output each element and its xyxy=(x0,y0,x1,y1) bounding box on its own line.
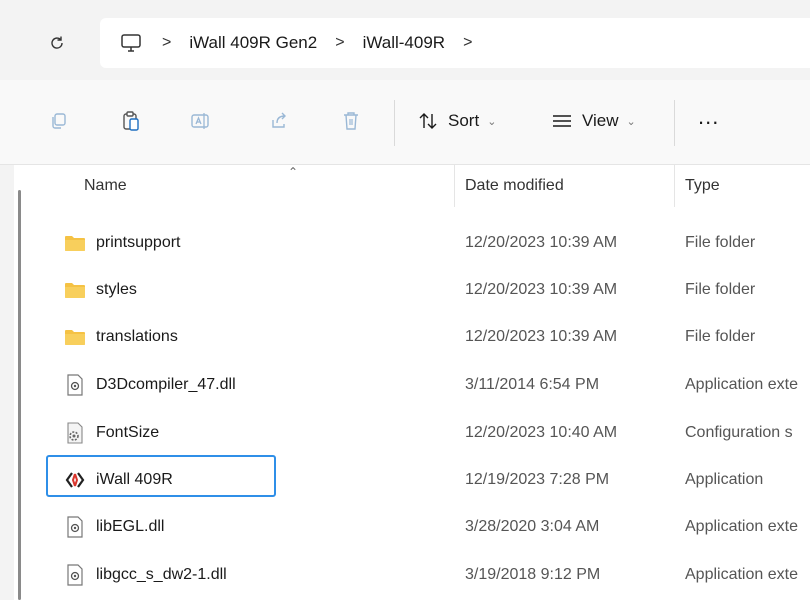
address-bar-region: > iWall 409R Gen2 > iWall-409R > xyxy=(0,0,810,80)
copy-button[interactable] xyxy=(48,110,70,132)
this-pc-icon[interactable] xyxy=(118,30,144,56)
copy-icon xyxy=(52,113,66,129)
file-row[interactable]: printsupport 12/20/2023 10:39 AM File fo… xyxy=(30,220,810,267)
file-type: Application exte xyxy=(685,376,798,393)
toolbar-divider xyxy=(674,100,675,146)
refresh-button[interactable] xyxy=(44,30,70,56)
toolbar-divider xyxy=(394,100,395,146)
column-header-type[interactable]: Type xyxy=(685,177,720,195)
dll-file-icon xyxy=(67,516,83,538)
selection-highlight xyxy=(46,455,276,497)
view-label: View xyxy=(582,111,619,130)
file-type: Configuration s xyxy=(685,424,793,441)
file-name[interactable]: translations xyxy=(96,328,178,346)
file-row[interactable]: libgcc_s_dw2-1.dll 3/19/2018 9:12 PM App… xyxy=(30,552,810,599)
file-date: 3/11/2014 6:54 PM xyxy=(465,376,600,393)
file-row[interactable]: styles 12/20/2023 10:39 AM File folder xyxy=(30,267,810,314)
file-name[interactable]: libEGL.dll xyxy=(96,518,164,536)
file-name[interactable]: styles xyxy=(96,281,137,299)
sort-label: Sort xyxy=(448,111,480,130)
rename-button[interactable] xyxy=(190,110,212,132)
refresh-icon xyxy=(51,36,63,49)
file-date: 3/28/2020 3:04 AM xyxy=(465,518,600,535)
share-icon xyxy=(272,112,286,128)
file-row[interactable]: translations 12/20/2023 10:39 AM File fo… xyxy=(30,314,810,361)
trash-icon xyxy=(344,112,358,130)
chevron-down-icon: ⌄ xyxy=(626,115,636,128)
column-header-name[interactable]: Name xyxy=(84,177,127,195)
file-date: 12/20/2023 10:40 AM xyxy=(465,424,618,441)
chevron-down-icon: ⌄ xyxy=(487,115,497,128)
folder-icon xyxy=(65,283,85,298)
sort-icon xyxy=(419,113,437,129)
more-options-button[interactable]: ... xyxy=(698,106,719,128)
file-date: 12/20/2023 10:39 AM xyxy=(465,281,618,298)
address-bar[interactable]: > iWall 409R Gen2 > iWall-409R > xyxy=(100,18,810,68)
sort-ascending-icon: ⌃ xyxy=(288,165,299,179)
file-type: File folder xyxy=(685,281,756,298)
file-date: 3/19/2018 9:12 PM xyxy=(465,566,601,583)
folder-icon xyxy=(65,330,85,345)
file-type: File folder xyxy=(685,234,756,251)
file-name[interactable]: FontSize xyxy=(96,424,159,442)
paste-icon xyxy=(123,111,139,131)
dll-file-icon xyxy=(67,564,83,586)
scrollbar[interactable] xyxy=(18,190,21,600)
file-row[interactable]: FontSize 12/20/2023 10:40 AM Configurati… xyxy=(30,410,810,457)
breadcrumb-separator-icon[interactable]: > xyxy=(162,34,171,52)
dll-file-icon xyxy=(67,374,83,396)
delete-button[interactable] xyxy=(340,110,362,132)
file-type: Application exte xyxy=(685,518,798,535)
breadcrumb-separator-icon[interactable]: > xyxy=(463,34,472,52)
file-row[interactable]: libEGL.dll 3/28/2020 3:04 AM Application… xyxy=(30,504,810,551)
column-header: ⌃ Name Date modified Type xyxy=(30,165,810,207)
paste-button[interactable] xyxy=(120,110,142,132)
rename-icon xyxy=(191,113,209,129)
view-button[interactable]: View ⌄ xyxy=(552,108,636,134)
file-name[interactable]: D3Dcompiler_47.dll xyxy=(96,376,236,394)
folder-icon xyxy=(65,236,85,251)
file-type: Application xyxy=(685,471,764,488)
config-file-icon xyxy=(67,422,83,444)
file-date: 12/20/2023 10:39 AM xyxy=(465,328,618,345)
file-date: 12/19/2023 7:28 PM xyxy=(465,471,610,488)
sort-button[interactable]: Sort ⌄ xyxy=(418,108,496,134)
file-row[interactable]: D3Dcompiler_47.dll 3/11/2014 6:54 PM App… xyxy=(30,362,810,409)
breadcrumb-separator-icon[interactable]: > xyxy=(335,34,344,52)
share-button[interactable] xyxy=(268,110,290,132)
column-divider[interactable] xyxy=(674,165,675,207)
file-name[interactable]: printsupport xyxy=(96,234,181,252)
view-list-icon xyxy=(553,115,571,127)
file-name[interactable]: libgcc_s_dw2-1.dll xyxy=(96,566,227,584)
breadcrumb-item[interactable]: iWall 409R Gen2 xyxy=(189,33,317,53)
breadcrumb-item[interactable]: iWall-409R xyxy=(363,33,446,53)
file-type: Application exte xyxy=(685,566,798,583)
column-header-date[interactable]: Date modified xyxy=(465,177,564,195)
command-bar: Sort ⌄ View ⌄ ... xyxy=(0,80,810,165)
column-divider[interactable] xyxy=(454,165,455,207)
file-type: File folder xyxy=(685,328,756,345)
file-date: 12/20/2023 10:39 AM xyxy=(465,234,618,251)
navigation-pane xyxy=(0,165,14,600)
